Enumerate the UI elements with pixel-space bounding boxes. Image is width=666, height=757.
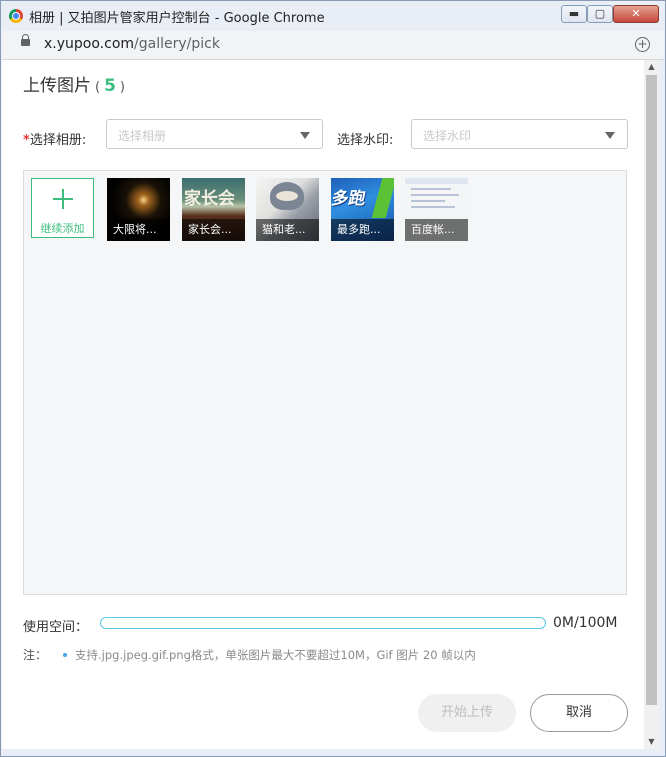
minimize-button[interactable]: ▬ xyxy=(561,5,587,23)
thumbnail-caption: 百度帐... xyxy=(405,219,468,241)
thumbnail-caption: 大限将... xyxy=(107,219,170,241)
start-upload-button[interactable]: 开始上传 xyxy=(418,694,516,732)
note-label: 注： xyxy=(23,648,48,662)
thumbnail-art-text: 多跑 xyxy=(331,189,368,209)
watermark-placeholder: 选择水印 xyxy=(423,129,472,143)
thumbnail[interactable]: 百度帐... xyxy=(405,178,468,241)
add-more-button[interactable]: 继续添加 xyxy=(31,178,94,238)
scroll-down-icon[interactable]: ▼ xyxy=(644,735,659,749)
image-count: 5 xyxy=(104,76,116,96)
doc-line-shape xyxy=(411,200,445,202)
thumbnail-caption: 猫和老... xyxy=(256,219,319,241)
dialog-title-text: 上传图片 xyxy=(23,76,91,96)
green-one-shape xyxy=(371,178,394,218)
plus-icon xyxy=(53,189,73,209)
usage-progress-bar xyxy=(100,617,546,629)
maximize-button[interactable]: ▢ xyxy=(587,5,613,23)
address-bar[interactable]: x.yupoo.com/gallery/pick + xyxy=(2,31,664,60)
thumbnail-art-text: 家长会 xyxy=(184,189,235,209)
paren-open: ( xyxy=(95,80,101,95)
dialog-title: 上传图片 (5) xyxy=(23,71,129,96)
chrome-logo-icon xyxy=(9,9,23,23)
watermark-label: 选择水印: xyxy=(337,133,394,148)
album-select[interactable]: 选择相册 xyxy=(106,119,323,149)
paren-close: ) xyxy=(119,80,125,95)
required-mark: * xyxy=(23,133,30,148)
note-text: 支持.jpg.jpeg.gif.png格式，单张图片最大不要超过10M，Gif … xyxy=(75,648,476,662)
doc-line-shape xyxy=(411,194,459,196)
vertical-scrollbar[interactable]: ▲ ▼ xyxy=(644,60,659,749)
thumbnail[interactable]: 家长会 家长会... xyxy=(182,178,245,241)
url-text[interactable]: x.yupoo.com/gallery/pick xyxy=(44,36,220,52)
doc-line-shape xyxy=(411,206,455,208)
album-placeholder: 选择相册 xyxy=(118,129,167,143)
watermark-select[interactable]: 选择水印 xyxy=(411,119,628,149)
zoom-icon[interactable]: + xyxy=(635,37,650,52)
upload-note: 注： 支持.jpg.jpeg.gif.png格式，单张图片最大不要超过10M，Gi… xyxy=(23,646,476,663)
doc-header-shape xyxy=(405,178,468,184)
thumbnail-caption: 家长会... xyxy=(182,219,245,241)
thumbnail[interactable]: 猫和老... xyxy=(256,178,319,241)
cancel-button[interactable]: 取消 xyxy=(530,694,628,732)
browser-window: 相册 | 又拍图片管家用户控制台 - Google Chrome ▬ ▢ ✕ x… xyxy=(0,0,666,757)
window-title: 相册 | 又拍图片管家用户控制台 - Google Chrome xyxy=(29,11,325,26)
scrollbar-thumb[interactable] xyxy=(646,75,657,705)
url-host: x.yupoo.com xyxy=(44,36,135,52)
title-bar: 相册 | 又拍图片管家用户控制台 - Google Chrome ▬ ▢ ✕ xyxy=(1,1,666,31)
album-label-text: 选择相册: xyxy=(29,133,87,148)
thumbnail[interactable]: 多跑 最多跑... xyxy=(331,178,394,241)
upload-dialog: 上传图片 (5) *选择相册: 选择相册 选择水印: 选择水印 继续添加 大限将.… xyxy=(2,60,644,749)
thumbnail-caption: 最多跑... xyxy=(331,219,394,241)
scroll-up-icon[interactable]: ▲ xyxy=(644,60,659,74)
album-label: *选择相册: xyxy=(23,129,86,148)
url-path: /gallery/pick xyxy=(134,36,220,52)
chevron-down-icon xyxy=(300,132,310,139)
chevron-down-icon xyxy=(605,132,615,139)
close-button[interactable]: ✕ xyxy=(613,5,659,23)
usage-quota-text: 0M/100M xyxy=(553,615,618,631)
cartoon-cat-image xyxy=(270,182,304,210)
bullet-icon xyxy=(63,653,68,657)
add-more-label: 继续添加 xyxy=(40,222,85,235)
doc-line-shape xyxy=(411,188,451,190)
usage-label: 使用空间： xyxy=(23,620,89,635)
thumbnail[interactable]: 大限将... xyxy=(107,178,170,241)
image-drop-zone[interactable]: 继续添加 大限将... 家长会 家长会... 猫和老... 多跑 最多跑... xyxy=(23,170,627,595)
lock-icon xyxy=(21,34,30,46)
